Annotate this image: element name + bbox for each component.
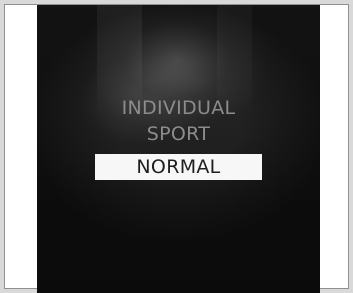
drive-mode-menu: INDIVIDUAL SPORT NORMAL — [37, 95, 320, 180]
menu-item-sport[interactable]: SPORT — [37, 121, 320, 148]
menu-item-individual[interactable]: INDIVIDUAL — [37, 95, 320, 122]
display-screen: INDIVIDUAL SPORT NORMAL — [37, 5, 320, 293]
menu-item-normal-selected[interactable]: NORMAL — [95, 154, 262, 180]
